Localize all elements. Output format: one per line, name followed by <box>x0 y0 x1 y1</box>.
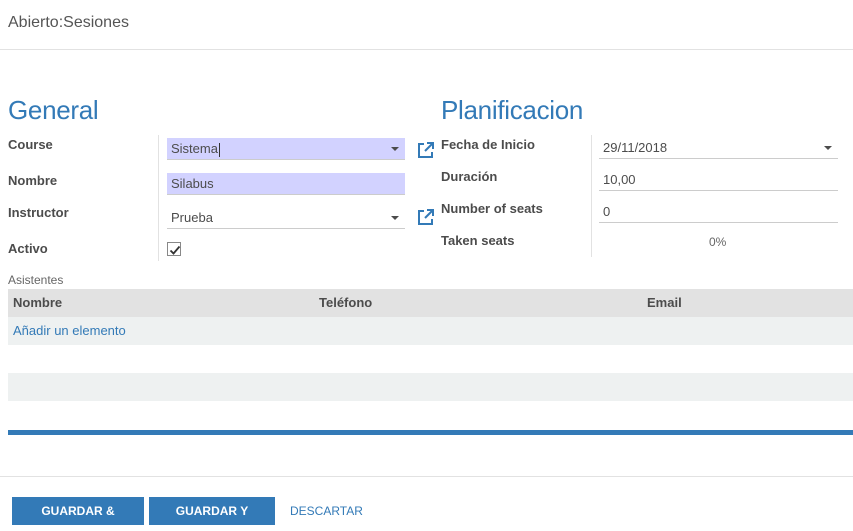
external-link-icon[interactable] <box>416 140 436 160</box>
column-nombre[interactable]: Nombre <box>13 295 62 310</box>
activo-checkbox[interactable] <box>167 242 181 256</box>
footer-divider <box>0 476 853 477</box>
checkmark-icon <box>169 245 181 255</box>
fecha-label: Fecha de Inicio <box>441 137 535 152</box>
duracion-input[interactable]: 10,00 <box>599 169 838 191</box>
general-separator <box>158 135 159 261</box>
table-footer-bar <box>8 430 853 435</box>
breadcrumb-header: Abierto:Sesiones <box>0 0 853 50</box>
activo-label: Activo <box>8 241 48 256</box>
seats-input[interactable]: 0 <box>599 201 838 223</box>
chevron-down-icon[interactable] <box>391 147 399 151</box>
section-title-planificacion: Planificacion <box>441 95 584 125</box>
discard-button[interactable]: DESCARTAR <box>290 497 363 525</box>
chevron-down-icon[interactable] <box>391 216 399 220</box>
table-row <box>8 345 853 373</box>
section-title-general: General <box>8 95 99 125</box>
table-row: Añadir un elemento <box>8 317 853 345</box>
seats-label: Number of seats <box>441 201 543 216</box>
taken-seats-progress: 0% <box>709 235 727 249</box>
fecha-inicio-input[interactable]: 29/11/2018 <box>599 137 838 159</box>
instructor-select[interactable]: Prueba <box>167 207 405 229</box>
column-telefono[interactable]: Teléfono <box>319 295 372 310</box>
external-link-icon[interactable] <box>416 207 436 227</box>
breadcrumb-title: Abierto:Sesiones <box>8 14 129 31</box>
table-row <box>8 373 853 401</box>
taken-label: Taken seats <box>441 233 515 248</box>
nombre-value: Silabus <box>171 176 214 191</box>
seats-value: 0 <box>603 204 611 219</box>
add-line-link[interactable]: Añadir un elemento <box>13 323 126 338</box>
save-close-button[interactable]: GUARDAR & CERRAR <box>12 497 144 525</box>
planificacion-separator <box>591 135 592 257</box>
course-select[interactable]: Sistema <box>167 138 405 160</box>
nombre-label: Nombre <box>8 173 58 188</box>
table-header: Nombre Teléfono Email <box>8 289 853 317</box>
chevron-down-icon[interactable] <box>824 146 832 150</box>
course-label: Course <box>8 137 53 152</box>
nombre-input[interactable]: Silabus <box>167 173 405 195</box>
instructor-value: Prueba <box>171 210 213 225</box>
duracion-value: 10,00 <box>603 172 636 187</box>
course-value: Sistema <box>171 141 218 156</box>
text-cursor <box>218 142 220 157</box>
column-email[interactable]: Email <box>647 295 682 310</box>
instructor-label: Instructor <box>8 205 69 220</box>
asistentes-label: Asistentes <box>8 273 64 287</box>
duracion-label: Duración <box>441 169 498 184</box>
save-new-button[interactable]: GUARDAR Y NUEVO <box>149 497 275 525</box>
fecha-value: 29/11/2018 <box>603 140 668 155</box>
